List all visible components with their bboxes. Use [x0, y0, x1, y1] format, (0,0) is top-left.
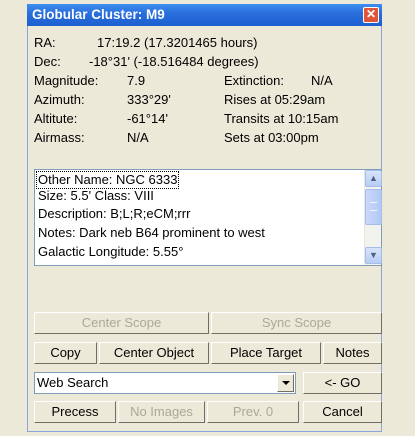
magnitude-value: 7.9	[127, 73, 146, 88]
object-info-dialog: Globular Cluster: M9 ✕ RA: 17:19.2 (17.3…	[0, 0, 415, 436]
azimuth-label: Azimuth:	[34, 92, 85, 107]
detail-line[interactable]: Notes: Dark neb B64 prominent to west	[38, 225, 265, 241]
airmass-label: Airmass:	[34, 130, 85, 145]
sync-scope-button[interactable]: Sync Scope	[211, 312, 382, 334]
center-object-button[interactable]: Center Object	[99, 342, 209, 364]
vertical-scrollbar[interactable]: ▲ ▼	[364, 170, 382, 265]
chevron-down-icon[interactable]	[277, 374, 294, 392]
dec-value: -18°31' (-18.516484 degrees)	[89, 54, 259, 69]
altitude-label: Altitute:	[34, 111, 78, 126]
extinction-value: N/A	[311, 73, 333, 88]
detail-line[interactable]: Galactic Longitude: 5.55°	[38, 244, 183, 260]
go-button[interactable]: <- GO	[303, 372, 382, 394]
precess-button[interactable]: Precess	[34, 401, 116, 423]
magnitude-label: Magnitude:	[34, 73, 99, 88]
place-target-button[interactable]: Place Target	[211, 342, 321, 364]
airmass-value: N/A	[127, 130, 149, 145]
window-title: Globular Cluster: M9	[32, 7, 165, 22]
dialog-body: RA: 17:19.2 (17.3201465 hours) Dec: -18°…	[27, 26, 382, 432]
no-images-button[interactable]: No Images	[118, 401, 205, 423]
ra-label: RA:	[34, 35, 56, 50]
altitude-value: -61°14'	[127, 111, 168, 126]
ra-value: 17:19.2 (17.3201465 hours)	[97, 35, 258, 50]
extinction-label: Extinction:	[224, 73, 284, 88]
close-icon[interactable]: ✕	[363, 7, 379, 23]
prev-button[interactable]: Prev. 0	[207, 401, 299, 423]
rise-time: Rises at 05:29am	[224, 92, 326, 107]
copy-button[interactable]: Copy	[34, 342, 97, 364]
scroll-down-icon[interactable]: ▼	[365, 247, 382, 264]
search-select-value: Web Search	[37, 375, 109, 390]
detail-line[interactable]: Description: B;L;R;eCM;rrr	[38, 206, 190, 222]
details-listbox[interactable]: Other Name: NGC 6333 Size: 5.5' Class: V…	[34, 169, 382, 266]
dec-label: Dec:	[34, 54, 61, 69]
detail-line[interactable]: Size: 5.5' Class: VIII	[38, 188, 154, 204]
detail-line[interactable]: Other Name: NGC 6333	[35, 171, 180, 189]
center-scope-button[interactable]: Center Scope	[34, 312, 209, 334]
set-time: Sets at 03:00pm	[224, 130, 319, 145]
transit-time: Transits at 10:15am	[224, 111, 339, 126]
scroll-thumb[interactable]	[365, 189, 382, 225]
title-bar[interactable]: Globular Cluster: M9 ✕	[27, 4, 382, 26]
azimuth-value: 333°29'	[127, 92, 171, 107]
notes-button[interactable]: Notes	[323, 342, 382, 364]
cancel-button[interactable]: Cancel	[303, 401, 382, 423]
scroll-up-icon[interactable]: ▲	[365, 170, 382, 187]
search-select[interactable]: Web Search	[34, 372, 296, 394]
